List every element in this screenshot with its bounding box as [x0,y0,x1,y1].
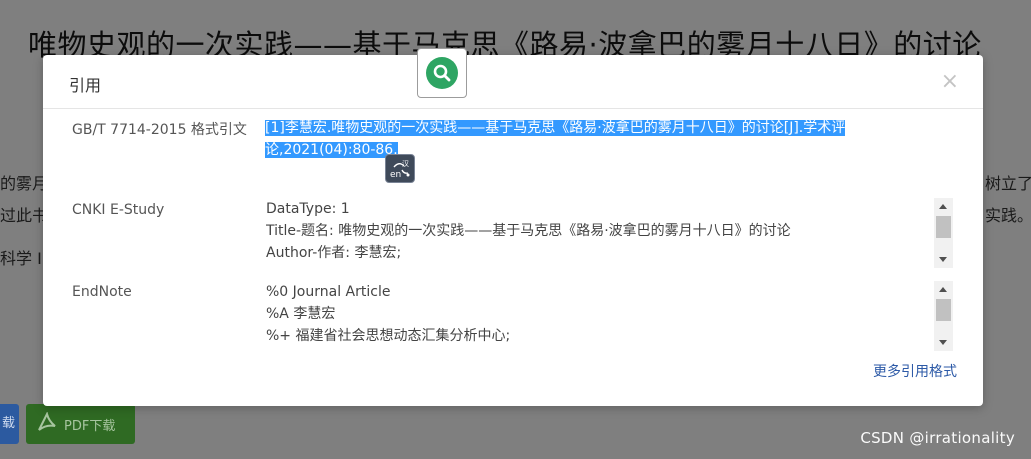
translate-icon[interactable]: en 汉 [385,154,415,183]
search-icon [426,57,458,89]
scroll-down-arrow-icon[interactable] [939,340,947,345]
modal-header: 引用 × [43,55,983,109]
scroll-thumb[interactable] [936,216,951,238]
cnki-line: Author-作者: 李慧宏; [266,245,402,261]
pdf-download-button[interactable]: PDF下载 [26,404,135,444]
body-snippet: 的雾月 [0,174,49,193]
body-snippet: 过此书 [0,206,49,225]
body-snippet: 实践。 [985,206,1031,225]
citation-modal: 引用 × GB/T 7714-2015 格式引文 [1]李慧宏.唯物史观的一次实… [43,55,983,406]
pdf-icon [36,411,58,436]
svg-text:汉: 汉 [402,160,409,168]
modal-title: 引用 [69,76,102,95]
close-icon[interactable]: × [941,69,959,94]
scroll-up-arrow-icon[interactable] [939,204,947,209]
svg-text:en: en [390,170,401,180]
cnki-estudy-label: CNKI E-Study [72,202,165,218]
more-citation-formats-link[interactable]: 更多引用格式 [873,361,957,381]
endnote-scrollbar[interactable] [934,281,953,351]
scroll-thumb[interactable] [936,299,951,321]
endnote-line: %0 Journal Article [266,284,391,300]
endnote-line: %+ 福建省社会思想动态汇集分析中心; [266,328,511,344]
cnki-line: DataType: 1 [266,201,350,217]
endnote-textbox[interactable]: %0 Journal Article %A 李慧宏 %+ 福建省社会思想动态汇集… [266,281,954,351]
download-button-label: 载 [2,416,16,431]
download-button[interactable]: 载 [0,404,19,444]
gbt-citation-text[interactable]: [1]李慧宏.唯物史观的一次实践——基于马克思《路易·波拿巴的雾月十八日》的讨论… [265,117,895,161]
search-button[interactable] [417,48,467,98]
citation-line: 论,2021(04):80-86. [265,142,398,158]
endnote-line: %A 李慧宏 [266,306,336,322]
body-snippet: 科学 I [0,249,42,268]
scroll-down-arrow-icon[interactable] [939,257,947,262]
endnote-label: EndNote [72,284,132,300]
gbt-format-label: GB/T 7714-2015 格式引文 [72,122,247,138]
cnki-scrollbar[interactable] [934,198,953,268]
cnki-line: Title-题名: 唯物史观的一次实践——基于马克思《路易·波拿巴的雾月十八日》… [266,223,791,239]
watermark: CSDN @irrationality [860,429,1015,447]
citation-line: [1]李慧宏.唯物史观的一次实践——基于马克思《路易·波拿巴的雾月十八日》的讨论… [265,120,846,136]
scroll-up-arrow-icon[interactable] [939,287,947,292]
pdf-download-label: PDF下载 [64,418,116,434]
body-snippet: 树立了 [985,174,1031,193]
cnki-estudy-textbox[interactable]: DataType: 1 Title-题名: 唯物史观的一次实践——基于马克思《路… [266,198,954,268]
